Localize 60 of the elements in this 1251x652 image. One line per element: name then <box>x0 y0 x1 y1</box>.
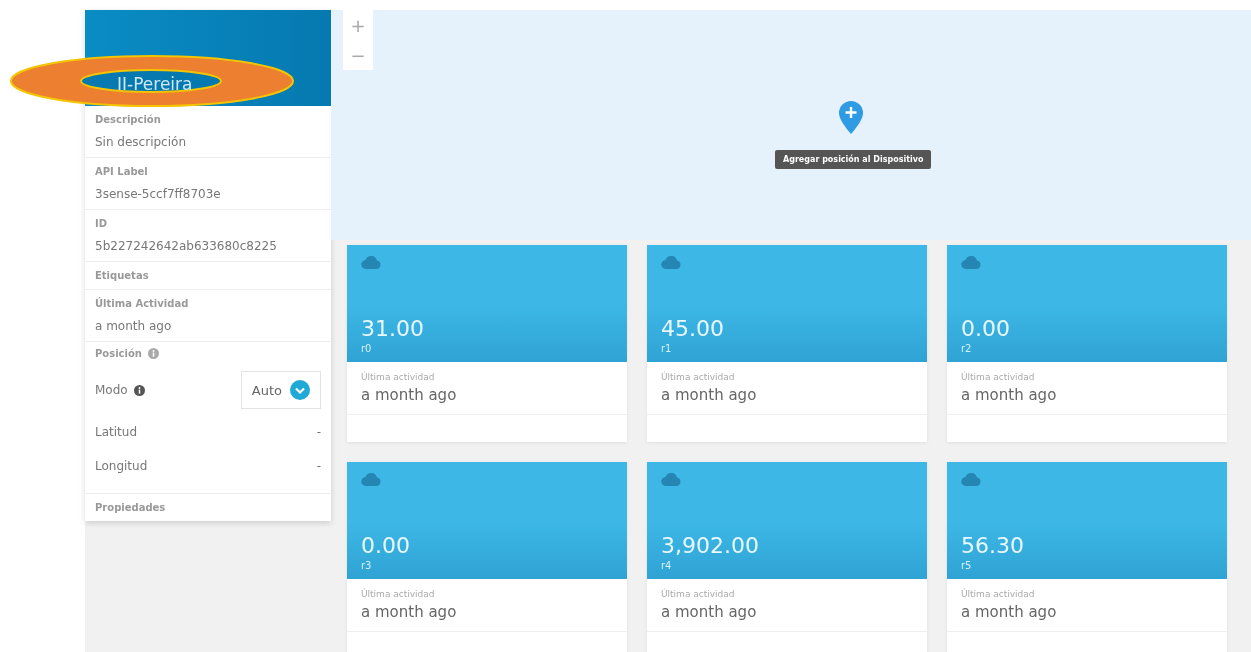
field-value: - <box>316 425 321 439</box>
activity-time: a month ago <box>961 603 1058 621</box>
activity-time: a month ago <box>361 386 458 404</box>
activity-time: a month ago <box>661 386 758 404</box>
field-value: a month ago <box>95 319 173 333</box>
field-label: Etiquetas <box>95 270 150 281</box>
variable-value: 45.00 <box>661 316 725 341</box>
chevron-down-icon <box>290 380 310 400</box>
variable-value: 56.30 <box>961 533 1025 558</box>
variable-value: 31.00 <box>361 316 425 341</box>
variable-value: 0.00 <box>361 533 411 558</box>
field-value: 5b227242642ab633680c8225 <box>95 239 278 253</box>
activity-label: Última actividad <box>961 372 1036 382</box>
field-label: ID <box>95 218 109 229</box>
cloud-icon <box>961 472 981 486</box>
device-name: II-Pereira <box>117 74 193 94</box>
field-value: Sin descripción <box>95 135 187 149</box>
map[interactable]: + − Agregar posición al Dispositivo <box>331 10 1251 240</box>
variable-card[interactable]: 0.00 r2 Última actividad a month ago <box>947 245 1227 442</box>
tooltip: Agregar posición al Dispositivo <box>775 150 932 169</box>
variable-card[interactable]: 0.00 r3 Última actividad a month ago <box>347 462 627 652</box>
field-label: Posición <box>95 348 142 359</box>
field-value: - <box>316 459 321 473</box>
info-icon <box>147 348 159 359</box>
cloud-icon <box>361 255 381 269</box>
cloud-icon <box>661 472 681 486</box>
field-label: Longitud <box>95 459 148 473</box>
field-label: Propiedades <box>95 502 167 513</box>
field-label: Última Actividad <box>95 298 190 309</box>
field-label: Modo <box>95 383 128 397</box>
variable-name: r0 <box>361 343 373 354</box>
variable-card[interactable]: 31.00 r0 Última actividad a month ago <box>347 245 627 442</box>
field-label: Latitud <box>95 425 137 439</box>
map-pin-icon[interactable] <box>838 101 864 135</box>
activity-label: Última actividad <box>661 372 736 382</box>
activity-label: Última actividad <box>361 589 436 599</box>
activity-label: Última actividad <box>361 372 436 382</box>
info-icon <box>133 384 145 396</box>
field-value: 3sense-5ccf7ff8703e <box>95 187 222 201</box>
variable-value: 0.00 <box>961 316 1011 341</box>
variable-name: r3 <box>361 560 373 571</box>
variable-value: 3,902.00 <box>661 533 760 558</box>
variable-card[interactable]: 56.30 r5 Última actividad a month ago <box>947 462 1227 652</box>
cloud-icon <box>961 255 981 269</box>
activity-label: Última actividad <box>661 589 736 599</box>
cloud-icon <box>661 255 681 269</box>
variable-card[interactable]: 45.00 r1 Última actividad a month ago <box>647 245 927 442</box>
variable-name: r4 <box>661 560 673 571</box>
activity-time: a month ago <box>661 603 758 621</box>
field-label: Descripción <box>95 114 162 125</box>
field-label: API Label <box>95 166 149 177</box>
variable-name: r5 <box>961 560 973 571</box>
mode-select[interactable]: Auto <box>240 371 321 409</box>
variable-name: r1 <box>661 343 673 354</box>
variable-card[interactable]: 3,902.00 r4 Última actividad a month ago <box>647 462 927 652</box>
activity-time: a month ago <box>361 603 458 621</box>
cloud-icon <box>361 472 381 486</box>
variable-name: r2 <box>961 343 973 354</box>
activity-time: a month ago <box>961 386 1058 404</box>
activity-label: Última actividad <box>961 589 1036 599</box>
